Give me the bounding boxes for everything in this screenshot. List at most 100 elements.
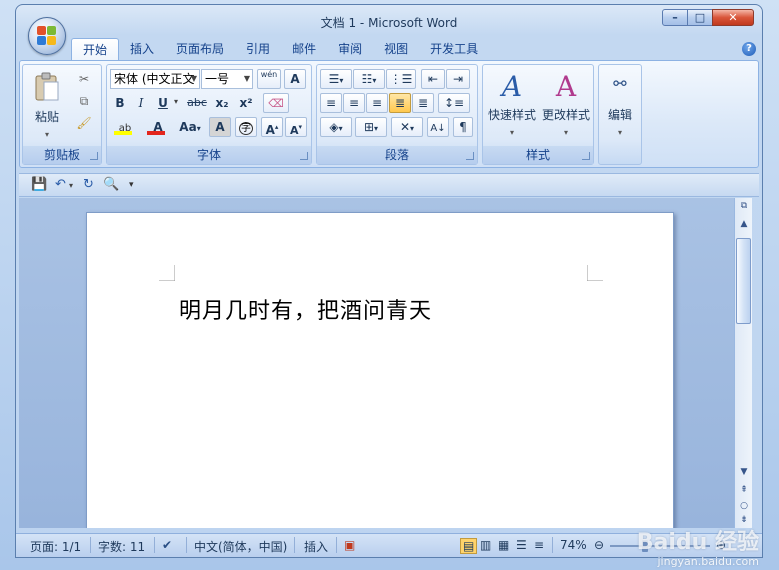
zoom-out-icon[interactable]: ⊖	[594, 538, 604, 552]
shading-button[interactable]: ◈▾	[320, 117, 352, 137]
change-styles-button[interactable]: A 更改样式 ▾	[541, 69, 591, 139]
outline-view-icon[interactable]: ☰	[516, 538, 527, 552]
sort-icon: A↓	[430, 123, 446, 134]
paragraph-dialog-launcher-icon[interactable]	[466, 152, 474, 160]
scrollbar-thumb[interactable]	[736, 238, 751, 324]
redo-icon[interactable]: ↻	[83, 177, 94, 192]
undo-icon[interactable]: ↶	[55, 177, 66, 192]
paste-button[interactable]: 粘贴 ▾	[27, 69, 67, 139]
change-case-label: Aa	[179, 120, 197, 134]
editing-button[interactable]: ⚯ 编辑 ▾	[601, 69, 639, 139]
tab-references[interactable]: 引用	[235, 38, 281, 60]
styles-dialog-launcher-icon[interactable]	[582, 152, 590, 160]
character-border-button[interactable]: A	[284, 69, 306, 89]
bullets-button[interactable]: ☰▾	[320, 69, 352, 89]
tab-review[interactable]: 审阅	[327, 38, 373, 60]
tab-page-layout[interactable]: 页面布局	[165, 38, 235, 60]
paste-dropdown-arrow-icon: ▾	[44, 130, 49, 139]
scroll-up-icon[interactable]: ▲	[736, 216, 752, 232]
multilevel-list-button[interactable]: ⋮☰	[386, 69, 416, 89]
office-button[interactable]	[28, 17, 66, 55]
save-icon[interactable]: 💾	[31, 177, 47, 192]
increase-indent-icon: ⇥	[452, 72, 464, 86]
help-icon[interactable]: ?	[742, 42, 756, 56]
print-layout-view-icon[interactable]: ▤	[460, 538, 478, 554]
web-layout-view-icon[interactable]: ▦	[498, 538, 509, 552]
tab-mailings[interactable]: 邮件	[281, 38, 327, 60]
shrink-font-button[interactable]: A▾	[285, 117, 307, 137]
proofing-icon[interactable]: ✔	[162, 538, 172, 552]
vertical-scrollbar[interactable]: ⧉ ▲ ▼ ⇞ ○ ⇟	[734, 198, 752, 528]
copy-button[interactable]: ⧉	[73, 91, 95, 111]
zoom-level[interactable]: 74%	[560, 538, 587, 552]
editing-label: 编辑	[607, 108, 632, 122]
line-spacing-button[interactable]: ↕≡	[438, 93, 470, 113]
align-center-button[interactable]: ≡	[343, 93, 365, 113]
clear-formatting-button[interactable]: ⌫	[263, 93, 289, 113]
maximize-button[interactable]: □	[687, 9, 713, 26]
minimize-button[interactable]: –	[662, 9, 688, 26]
underline-dropdown-icon[interactable]: ▾	[174, 97, 178, 106]
chinese-layout-icon: ✕	[399, 120, 411, 134]
superscript-button[interactable]: x²	[235, 93, 257, 113]
underline-button[interactable]: U	[153, 93, 173, 113]
close-button[interactable]: ✕	[712, 9, 754, 26]
cut-button[interactable]: ✂	[73, 69, 95, 89]
clipboard-group: 粘贴 ▾ ✂ ⧉ 🖌 剪贴板	[22, 64, 102, 165]
align-right-icon: ≡	[371, 96, 383, 110]
italic-button[interactable]: I	[131, 93, 151, 113]
grow-font-button[interactable]: A▴	[261, 117, 283, 137]
font-size-value: 一号	[205, 72, 230, 86]
page-count[interactable]: 页面: 1/1	[30, 538, 81, 555]
tab-home[interactable]: 开始	[71, 38, 120, 60]
increase-indent-button[interactable]: ⇥	[446, 69, 470, 89]
clipboard-dialog-launcher-icon[interactable]	[90, 152, 98, 160]
word-count[interactable]: 字数: 11	[98, 538, 145, 555]
justify-icon: ≣	[394, 96, 406, 110]
align-left-button[interactable]: ≡	[320, 93, 342, 113]
subscript-button[interactable]: x₂	[211, 93, 233, 113]
sort-button[interactable]: A↓	[427, 117, 449, 137]
font-dialog-launcher-icon[interactable]	[300, 152, 308, 160]
ruler-toggle-icon[interactable]: ⧉	[736, 198, 752, 214]
chinese-layout-button[interactable]: ✕▾	[391, 117, 423, 137]
font-color-button[interactable]: A	[143, 117, 173, 137]
quick-styles-button[interactable]: A 快速样式 ▾	[487, 69, 537, 139]
change-case-button[interactable]: Aa▾	[175, 117, 205, 137]
previous-page-icon[interactable]: ⇞	[736, 482, 752, 498]
justify-button[interactable]: ≣	[389, 93, 411, 113]
distributed-icon: ≣	[417, 96, 429, 110]
distributed-button[interactable]: ≣	[412, 93, 434, 113]
macro-recording-icon[interactable]: ▣	[344, 538, 355, 552]
strikethrough-button[interactable]: abc	[185, 93, 209, 113]
tab-developer[interactable]: 开发工具	[419, 38, 489, 60]
draft-view-icon[interactable]: ≡	[534, 538, 544, 552]
tab-insert[interactable]: 插入	[119, 38, 165, 60]
font-size-combo[interactable]: 一号 ▼	[201, 69, 253, 89]
show-marks-button[interactable]: ¶	[453, 117, 473, 137]
language-indicator[interactable]: 中文(简体，中国)	[194, 538, 287, 555]
insert-mode-indicator[interactable]: 插入	[304, 538, 328, 555]
full-screen-reading-view-icon[interactable]: ▥	[480, 538, 491, 552]
enclose-characters-button[interactable]: 字	[235, 117, 257, 137]
decrease-indent-button[interactable]: ⇤	[421, 69, 445, 89]
customize-qat-icon[interactable]: ▾	[129, 180, 134, 190]
scroll-down-icon[interactable]: ▼	[736, 464, 752, 480]
highlight-color-button[interactable]: ab	[110, 117, 140, 137]
character-shading-button[interactable]: A	[209, 117, 231, 137]
bold-button[interactable]: B	[110, 93, 130, 113]
multilevel-list-icon: ⋮☰	[389, 72, 413, 86]
document-text[interactable]: 明月几时有，把酒问青天	[179, 293, 432, 325]
numbering-button[interactable]: ☷▾	[353, 69, 385, 89]
phonetic-guide-button[interactable]: wén	[257, 69, 281, 89]
paint-bucket-icon: ◈	[329, 120, 339, 134]
tab-view[interactable]: 视图	[373, 38, 419, 60]
font-name-combo[interactable]: 宋体 (中文正文 ▼	[110, 69, 200, 89]
borders-button[interactable]: ⊞▾	[355, 117, 387, 137]
paragraph-group: ☰▾ ☷▾ ⋮☰ ⇤ ⇥ ≡ ≡ ≡ ≣ ≣ ↕≡ ◈▾ ⊞▾ ✕▾ A↓ ¶ …	[316, 64, 478, 165]
print-preview-icon[interactable]: 🔍	[103, 177, 119, 192]
document-page[interactable]: 明月几时有，把酒问青天	[86, 212, 674, 528]
format-painter-button[interactable]: 🖌	[73, 113, 95, 133]
align-right-button[interactable]: ≡	[366, 93, 388, 113]
undo-dropdown-icon[interactable]: ▾	[69, 181, 73, 190]
